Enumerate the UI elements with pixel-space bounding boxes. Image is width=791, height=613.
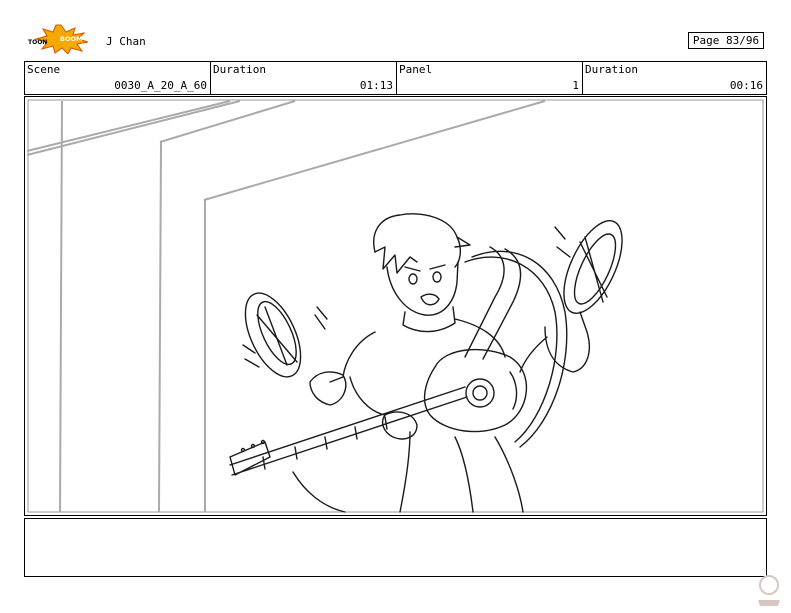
- toonboom-logo: TOON BOOM: [28, 24, 89, 54]
- duration-value: 01:13: [359, 79, 393, 92]
- background-lines: [26, 100, 546, 513]
- duration-cell: Duration 01:13: [211, 62, 397, 94]
- panel-duration-label: Duration: [585, 63, 638, 76]
- panel-value: 1: [572, 79, 579, 92]
- storyboard-panel: [24, 96, 767, 516]
- show-title: J Chan: [106, 35, 146, 48]
- page-number: Page 83/96: [688, 32, 764, 49]
- svg-text:TOON: TOON: [28, 39, 47, 46]
- scene-value: 0030_A_20_A_60: [114, 79, 207, 92]
- panel-sketch: [26, 99, 764, 513]
- character-sketch: [229, 213, 623, 513]
- panel-label: Panel: [399, 63, 433, 76]
- panel-duration-cell: Duration 00:16: [583, 62, 766, 94]
- duration-label: Duration: [213, 63, 266, 76]
- panel-cell: Panel 1: [397, 62, 583, 94]
- panel-duration-value: 00:16: [729, 79, 763, 92]
- action-notes-box: [24, 518, 767, 577]
- scene-label: Scene: [27, 63, 61, 76]
- panel-info-table: Scene 0030_A_20_A_60 Duration 01:13 Pane…: [24, 61, 767, 95]
- watermark-logo: [758, 575, 780, 606]
- scene-cell: Scene 0030_A_20_A_60: [25, 62, 211, 94]
- svg-text:BOOM: BOOM: [60, 35, 82, 43]
